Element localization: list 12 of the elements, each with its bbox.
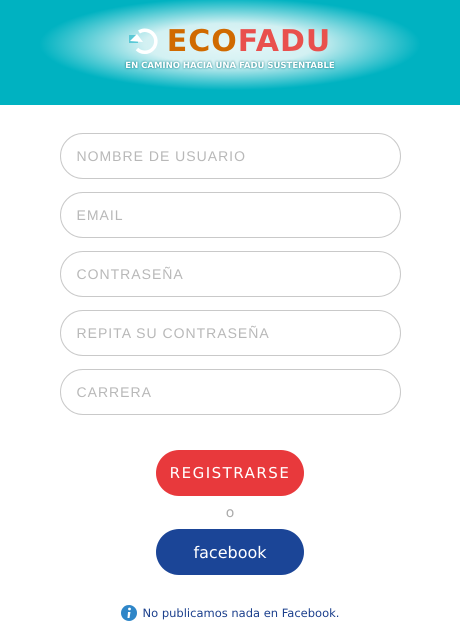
tagline: EN CAMINO HACIA UNA FADU SUSTENTABLE [125,60,335,70]
facebook-button[interactable]: facebook [156,529,304,575]
separator-text: o [226,506,234,520]
register-button[interactable]: REGISTRARSE [156,450,304,496]
input-field[interactable]: CARRERA [60,369,400,415]
input-field[interactable]: REPITA SU CONTRASEÑA [60,310,400,356]
logo-text: ECOFADU [166,26,332,56]
input-field[interactable]: EMAIL [60,192,400,238]
info-icon [120,605,137,621]
notice-text: No publicamos nada en Facebook. [142,606,340,620]
input-field[interactable]: NOMBRE DE USUARIO [60,133,400,179]
input-field[interactable]: CONTRASEÑA [60,251,400,297]
